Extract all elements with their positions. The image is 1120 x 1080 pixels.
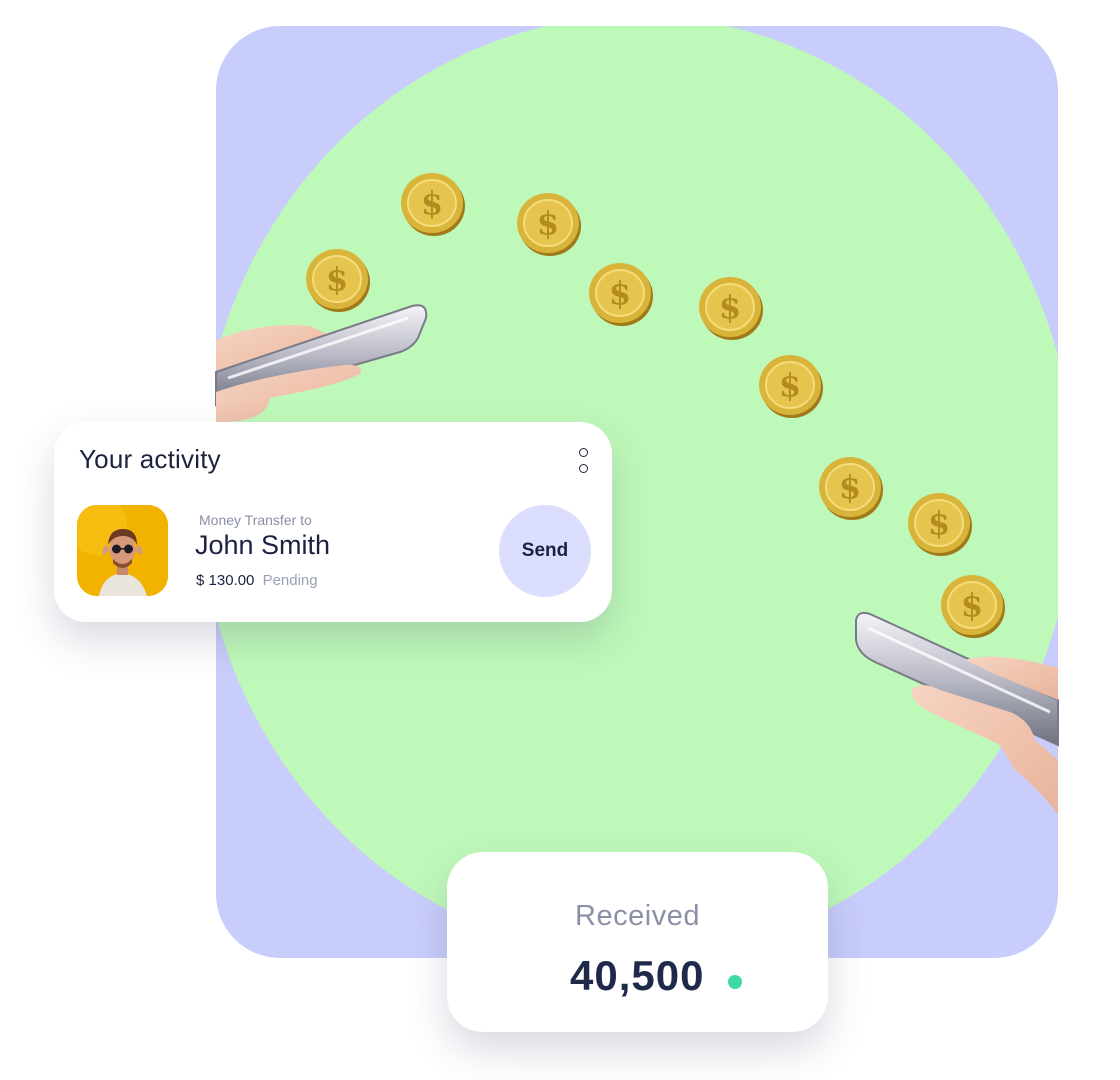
received-value: 40,500 (570, 952, 705, 999)
more-vertical-icon[interactable] (576, 446, 592, 480)
svg-text:$: $ (928, 504, 950, 542)
received-label: Received (575, 900, 700, 932)
status-dot (728, 975, 742, 989)
svg-text:$: $ (609, 274, 631, 312)
stage: $ $ $ $ $ $ $ $ $ Your activity Money Tr… (0, 0, 1120, 1080)
avatar (77, 505, 168, 596)
avatar-photo (77, 505, 168, 596)
svg-text:$: $ (421, 184, 443, 222)
svg-text:$: $ (779, 366, 801, 404)
svg-text:$: $ (537, 204, 559, 242)
activity-card: Your activity Money Transfer to John Smi… (54, 422, 612, 622)
dollar-coin-icon: $ (589, 263, 653, 326)
svg-text:$: $ (326, 260, 348, 298)
send-button[interactable]: Send (499, 505, 591, 597)
received-card: Received 40,500 (447, 852, 828, 1032)
amount-row: $ 130.00 Pending (196, 572, 318, 589)
dollar-coin-icon: $ (401, 173, 465, 236)
dollar-coin-icon: $ (306, 249, 370, 312)
svg-text:$: $ (839, 468, 861, 506)
dollar-coin-icon: $ (819, 457, 883, 520)
dollar-coin-icon: $ (699, 277, 763, 340)
right-hand-phone (855, 611, 1059, 815)
transfer-status: Pending (262, 572, 318, 589)
dollar-coin-icon: $ (908, 493, 972, 556)
dollar-coin-icon: $ (941, 575, 1005, 638)
transfer-amount: $ 130.00 (196, 572, 255, 589)
transfer-label: Money Transfer to (199, 512, 312, 528)
svg-text:$: $ (719, 288, 741, 326)
svg-text:$: $ (961, 586, 983, 624)
dollar-coin-icon: $ (759, 355, 823, 418)
dollar-coin-icon: $ (517, 193, 581, 256)
activity-title: Your activity (79, 444, 221, 474)
left-hand-phone (215, 304, 428, 424)
recipient-name: John Smith (195, 530, 331, 560)
